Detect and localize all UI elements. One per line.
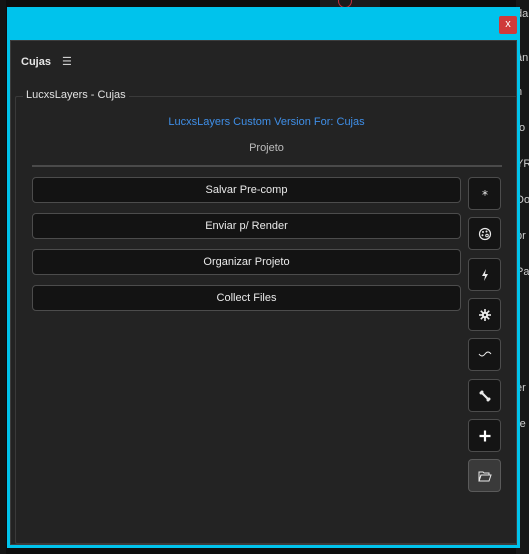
version-subtitle: LucxsLayers Custom Version For: Cujas <box>168 116 365 128</box>
palette-icon <box>478 227 492 241</box>
bone-button[interactable] <box>468 379 501 412</box>
lightning-icon <box>478 268 492 282</box>
save-precomp-button[interactable]: Salvar Pre-comp <box>32 177 461 203</box>
panel-window: x Cujas ☰ LucxsLayers - Cujas LucxsLayer… <box>7 7 520 548</box>
asterisk-button[interactable]: * <box>468 177 501 210</box>
section-title: Projeto <box>249 142 284 154</box>
add-button[interactable] <box>468 419 501 452</box>
folder-open-icon <box>477 470 492 482</box>
panel-body: Cujas ☰ LucxsLayers - Cujas LucxsLayers … <box>10 40 517 545</box>
wave-icon <box>478 350 492 360</box>
hamburger-menu-icon[interactable]: ☰ <box>62 56 72 68</box>
section-divider <box>32 165 502 167</box>
palette-button[interactable] <box>468 217 501 250</box>
wave-button[interactable] <box>468 338 501 371</box>
send-to-render-button[interactable]: Enviar p/ Render <box>32 213 461 239</box>
open-folder-button[interactable] <box>468 459 501 492</box>
gear-button[interactable] <box>468 298 501 331</box>
organize-project-button[interactable]: Organizar Projeto <box>32 249 461 275</box>
panel-title: Cujas <box>21 56 51 68</box>
bone-icon <box>478 389 492 403</box>
button-group: LucxsLayers - Cujas LucxsLayers Custom V… <box>15 89 517 544</box>
lightning-button[interactable] <box>468 258 501 291</box>
close-button[interactable]: x <box>499 16 517 34</box>
gear-icon <box>478 308 492 322</box>
asterisk-icon: * <box>478 187 492 201</box>
collect-files-button[interactable]: Collect Files <box>32 285 461 311</box>
plus-icon <box>478 429 492 443</box>
panel-header: Cujas ☰ <box>21 55 72 68</box>
svg-text:*: * <box>482 188 488 201</box>
background-app-left-edge <box>0 0 6 554</box>
group-title: LucxsLayers - Cujas <box>23 89 129 101</box>
